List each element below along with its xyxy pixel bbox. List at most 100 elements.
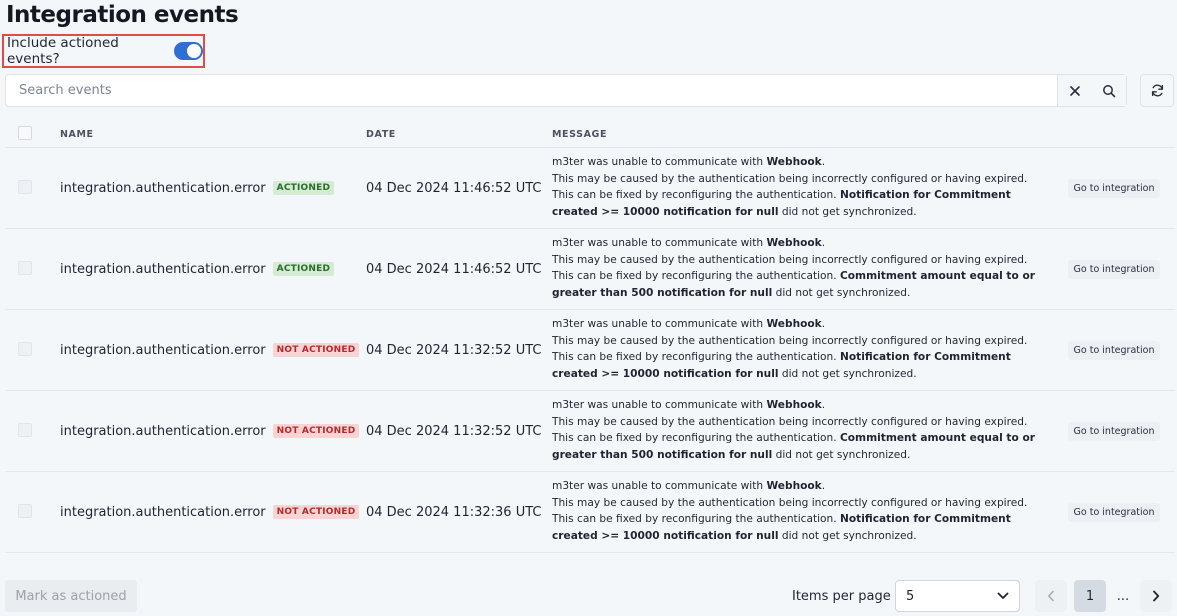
chevron-right-icon [1153,590,1160,602]
status-badge: NOT ACTIONED [272,505,360,519]
message-intro: m3ter was unable to communicate with [552,156,767,168]
message-fix: This can be fixed by reconfiguring the a… [552,351,840,363]
event-message: m3ter was unable to communicate with Web… [552,318,1028,380]
message-cause: This may be caused by the authentication… [552,415,1028,428]
event-name-cell: integration.authentication.error NOT ACTI… [60,472,360,552]
table-row[interactable]: integration.authentication.error ACTIONED… [5,229,1175,310]
status-badge: ACTIONED [272,262,335,276]
event-name-cell: integration.authentication.error NOT ACTI… [60,310,360,390]
table-row[interactable]: integration.authentication.error NOT ACTI… [5,472,1175,553]
previous-page-button[interactable] [1035,580,1067,612]
table-row[interactable]: integration.authentication.error ACTIONED… [5,148,1175,229]
column-header-date[interactable]: DATE [366,129,396,140]
message-tail: did not get synchronized. [778,367,917,380]
message-fix: This can be fixed by reconfiguring the a… [552,513,840,525]
row-checkbox[interactable] [18,342,32,356]
event-message: m3ter was unable to communicate with Web… [552,156,1028,218]
go-to-integration-button[interactable]: Go to integration [1068,260,1160,279]
event-message: m3ter was unable to communicate with Web… [552,480,1028,542]
table-header: NAME DATE MESSAGE [5,118,1175,148]
chevron-down-icon [997,592,1009,599]
next-page-button[interactable] [1140,580,1172,612]
event-message: m3ter was unable to communicate with Web… [552,237,1035,299]
message-notification-b: greater than 500 notification for null [552,286,773,299]
status-badge: ACTIONED [272,181,335,195]
message-notification-b: greater than 500 notification for null [552,448,773,461]
search-button[interactable] [1098,80,1120,102]
message-notification-a: Commitment amount equal to or [840,432,1035,444]
items-per-page-value: 5 [906,588,915,604]
page-ellipsis: ... [1116,588,1130,604]
items-per-page-select[interactable]: 5 [895,580,1020,612]
event-name: integration.authentication.error [60,261,266,277]
chevron-left-icon [1048,590,1054,602]
message-cause: This may be caused by the authentication… [552,496,1028,509]
search-actions [1057,75,1126,106]
message-tail: did not get synchronized. [772,448,911,461]
go-to-integration-button[interactable]: Go to integration [1068,422,1160,441]
column-header-message[interactable]: MESSAGE [552,129,607,140]
event-name: integration.authentication.error [60,180,266,196]
refresh-icon [1151,84,1163,97]
mark-as-actioned-button[interactable]: Mark as actioned [5,580,137,612]
row-checkbox[interactable] [18,180,32,194]
clear-search-button[interactable] [1064,80,1086,102]
include-actioned-label: Include actioned events? [7,35,119,67]
message-target: Webhook [766,318,822,330]
event-message: m3ter was unable to communicate with Web… [552,399,1035,461]
go-to-integration-button[interactable]: Go to integration [1068,341,1160,360]
column-header-name[interactable]: NAME [60,129,94,140]
include-actioned-toggle[interactable] [174,42,203,60]
search-icon [1103,84,1116,97]
event-name: integration.authentication.error [60,342,266,358]
event-name-cell: integration.authentication.error ACTIONED [60,148,335,228]
go-to-integration-button[interactable]: Go to integration [1068,179,1160,198]
message-target: Webhook [766,156,822,168]
message-intro: m3ter was unable to communicate with [552,237,767,249]
message-cause: This may be caused by the authentication… [552,172,1028,185]
message-fix: This can be fixed by reconfiguring the a… [552,189,840,201]
event-name-cell: integration.authentication.error ACTIONED [60,229,335,309]
go-to-integration-button[interactable]: Go to integration [1068,503,1160,522]
search-input[interactable] [6,75,1057,106]
message-cause: This may be caused by the authentication… [552,334,1028,347]
row-checkbox[interactable] [18,261,32,275]
message-notification-a: Commitment amount equal to or [840,270,1035,282]
page-button-current[interactable]: 1 [1074,580,1106,612]
event-date: 04 Dec 2024 11:32:36 UTC [366,504,542,520]
message-target: Webhook [766,480,822,492]
page-title: Integration events [6,2,239,28]
refresh-button[interactable] [1140,74,1174,107]
message-tail: did not get synchronized. [778,529,917,542]
message-notification-a: Notification for Commitment [840,351,1011,363]
event-name-cell: integration.authentication.error NOT ACTI… [60,391,360,471]
message-notification-b: created >= 10000 notification for null [552,367,779,380]
message-notification-a: Notification for Commitment [840,513,1011,525]
message-target: Webhook [766,237,822,249]
event-name: integration.authentication.error [60,504,266,520]
message-fix: This can be fixed by reconfiguring the a… [552,270,840,282]
items-per-page-label: Items per page [792,589,891,604]
status-badge: NOT ACTIONED [272,424,360,438]
message-tail: did not get synchronized. [778,205,917,218]
message-notification-b: created >= 10000 notification for null [552,205,779,218]
row-checkbox[interactable] [18,423,32,437]
select-all-checkbox[interactable] [18,126,32,140]
toggle-knob [187,44,201,58]
event-date: 04 Dec 2024 11:46:52 UTC [366,180,542,196]
event-date: 04 Dec 2024 11:46:52 UTC [366,261,542,277]
search-bar [5,74,1127,107]
status-badge: NOT ACTIONED [272,343,360,357]
include-actioned-filter: Include actioned events? [2,34,205,68]
event-date: 04 Dec 2024 11:32:52 UTC [366,423,542,439]
message-intro: m3ter was unable to communicate with [552,480,767,492]
table-row[interactable]: integration.authentication.error NOT ACTI… [5,310,1175,391]
event-date: 04 Dec 2024 11:32:52 UTC [366,342,542,358]
row-checkbox[interactable] [18,504,32,518]
message-notification-a: Notification for Commitment [840,189,1011,201]
table-row[interactable]: integration.authentication.error NOT ACTI… [5,391,1175,472]
message-intro: m3ter was unable to communicate with [552,399,767,411]
message-notification-b: created >= 10000 notification for null [552,529,779,542]
message-cause: This may be caused by the authentication… [552,253,1028,266]
clear-icon [1070,85,1080,96]
